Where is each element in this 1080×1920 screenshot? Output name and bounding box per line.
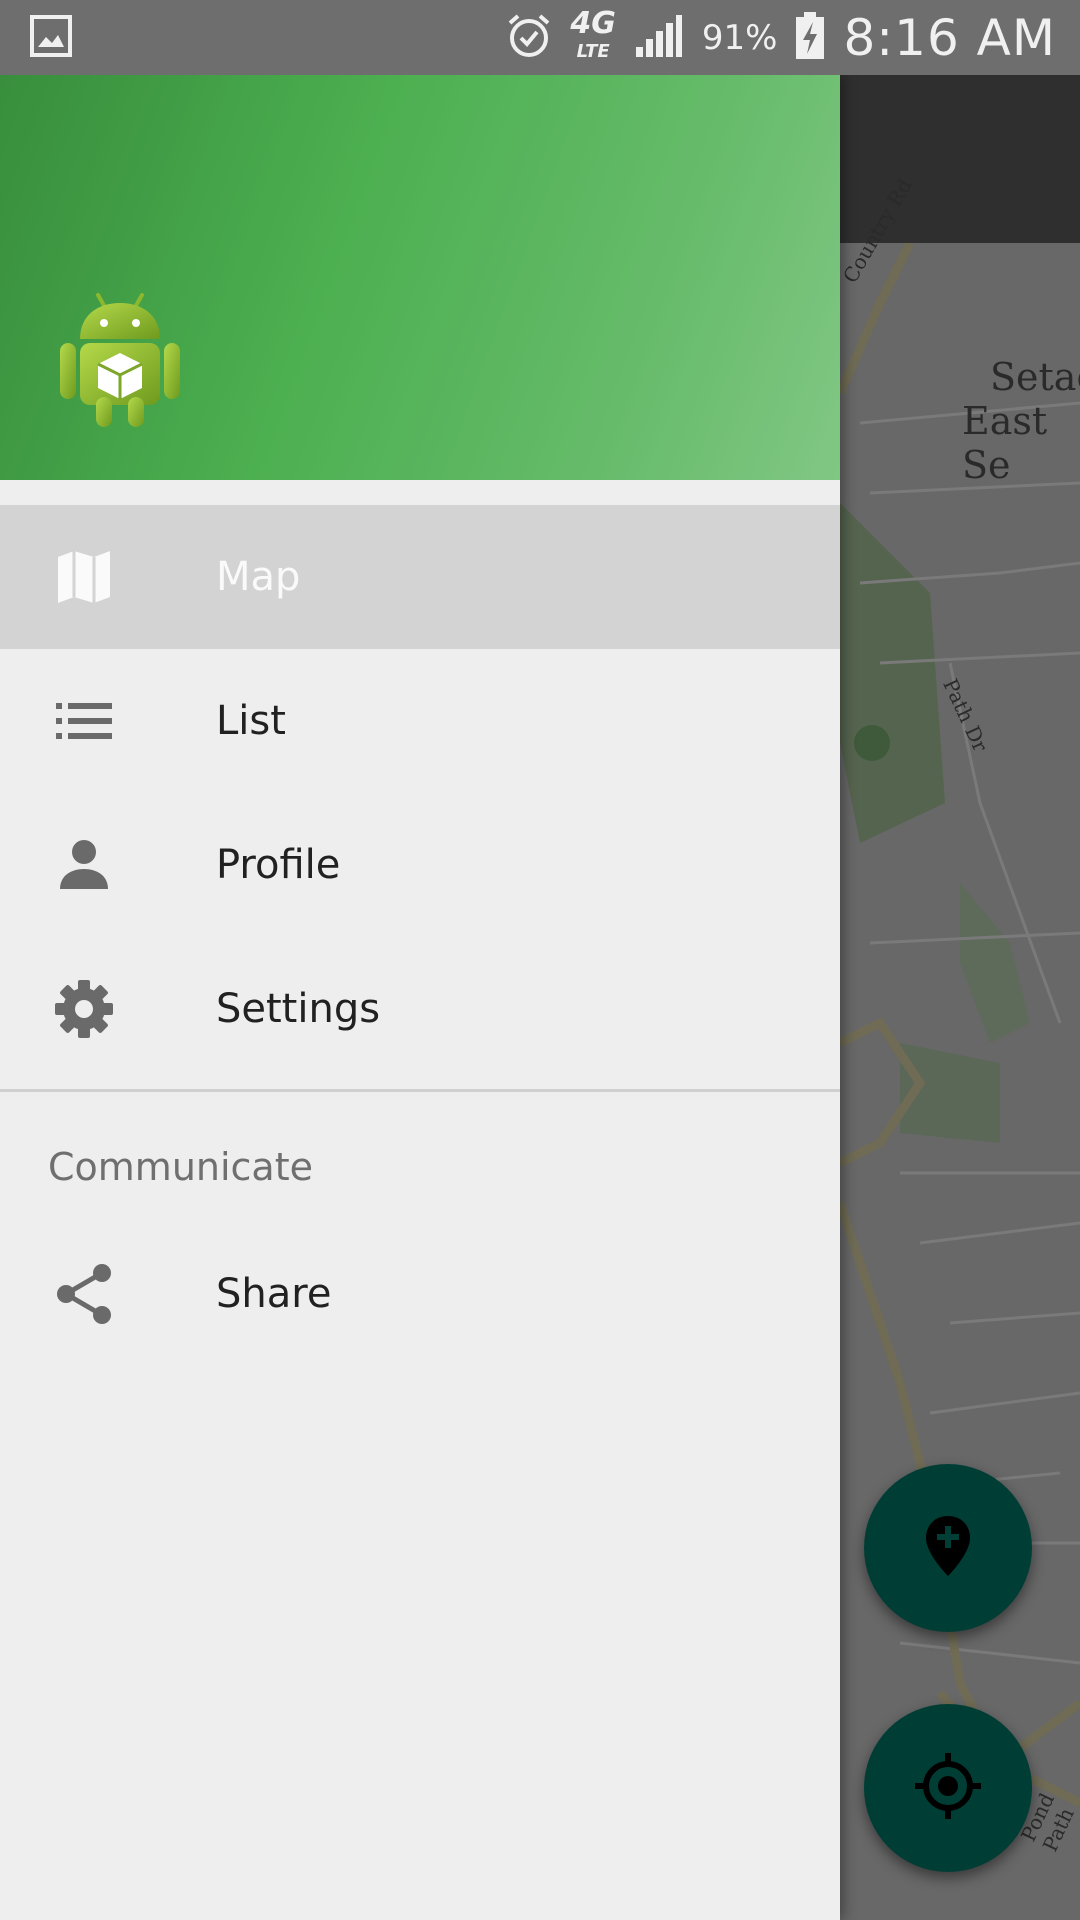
section-title-communicate: Communicate: [48, 1145, 313, 1189]
my-location-icon: [913, 1751, 983, 1825]
nav-item-map[interactable]: Map: [0, 505, 840, 649]
map-label-place-2: East Se: [962, 399, 1048, 487]
alarm-icon: [506, 13, 552, 63]
nav-item-label: Map: [216, 554, 301, 600]
nav-item-share[interactable]: Share: [0, 1222, 840, 1366]
my-location-button[interactable]: [864, 1704, 1032, 1872]
network-sub-label: LTE: [576, 40, 610, 62]
status-bar: 4G LTE 91% 8:16 AM: [0, 0, 1080, 75]
nav-item-settings[interactable]: Settings: [0, 937, 840, 1081]
network-label: 4G: [570, 5, 616, 41]
map-label-place-1: Setac: [990, 355, 1080, 399]
map-icon: [54, 547, 114, 607]
nav-item-profile[interactable]: Profile: [0, 793, 840, 937]
nav-item-label: Share: [216, 1271, 332, 1317]
clock: 8:16 AM: [843, 8, 1056, 67]
nav-item-label: Profile: [216, 842, 341, 888]
list-icon: [54, 691, 114, 751]
add-location-icon: [924, 1514, 972, 1582]
gear-icon: [54, 979, 114, 1039]
battery-charging-icon: [795, 11, 825, 64]
signal-icon: [634, 13, 684, 63]
person-icon: [54, 835, 114, 895]
add-location-button[interactable]: [864, 1464, 1032, 1632]
battery-percent: 91%: [701, 17, 778, 58]
network-type: 4G LTE: [570, 8, 616, 66]
share-icon: [54, 1264, 114, 1324]
navigation-drawer: Map List Profile Settings Communicate Sh…: [0, 75, 840, 1920]
android-logo-icon: [58, 287, 182, 429]
nav-item-label: List: [216, 698, 286, 744]
nav-list: Map List Profile Settings: [0, 480, 840, 1081]
nav-item-list[interactable]: List: [0, 649, 840, 793]
drawer-header: [0, 75, 840, 480]
gallery-notification-icon: [30, 14, 72, 61]
nav-item-label: Settings: [216, 986, 381, 1032]
